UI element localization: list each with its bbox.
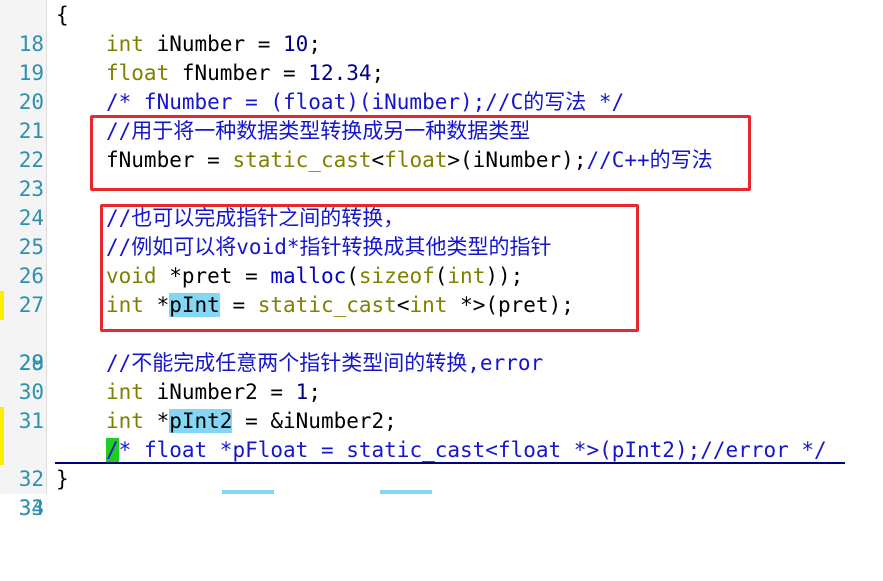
code-line[interactable]: 30 //不能完成任意两个指针类型间的转换,error (0, 349, 883, 404)
annotation-box-pointer-cast (100, 204, 639, 332)
annotation-box-static-cast (90, 115, 751, 191)
code-editor[interactable]: 18 { 19 int iNumber = 10; 20 float fNumb… (0, 0, 883, 520)
code-line[interactable]: 31 int iNumber2 = 1; (0, 378, 883, 433)
code-line[interactable]: 32 int *pInt2 = &iNumber2; (0, 407, 883, 491)
comment-text[interactable]: //不能完成任意两个指针类型间的转换,error (106, 349, 543, 378)
code-line[interactable]: 20 float fNumber = 12.34; (0, 59, 883, 114)
comment-text[interactable]: /* fNumber = (float)(iNumber);//C的写法 */ (106, 88, 624, 117)
code-line[interactable]: 21 /* fNumber = (float)(iNumber);//C的写法 … (0, 88, 883, 143)
change-marker (0, 407, 4, 436)
code-text[interactable]: int iNumber2 = 1; (106, 378, 321, 407)
code-text[interactable]: float fNumber = 12.34; (106, 59, 384, 88)
code-line[interactable]: 34 } (0, 465, 883, 520)
code-text[interactable]: { (56, 1, 69, 30)
code-text[interactable]: } (56, 465, 69, 494)
code-line[interactable]: 19 int iNumber = 10; (0, 30, 883, 85)
scroll-highlight-marker (380, 490, 432, 494)
code-line[interactable]: 18 { (0, 1, 883, 56)
change-marker (0, 291, 4, 320)
code-text[interactable]: int *pInt2 = &iNumber2; (106, 407, 397, 436)
current-line-underline (55, 462, 845, 464)
scroll-highlight-marker (222, 490, 274, 494)
comment-text[interactable]: /* float *pFloat = static_cast<float *>(… (106, 436, 827, 465)
change-marker (0, 436, 4, 465)
code-text[interactable]: int iNumber = 10; (106, 30, 321, 59)
line-number: 34 (18, 496, 44, 520)
code-line[interactable]: 33 /* float *pFloat = static_cast<float … (0, 436, 883, 520)
